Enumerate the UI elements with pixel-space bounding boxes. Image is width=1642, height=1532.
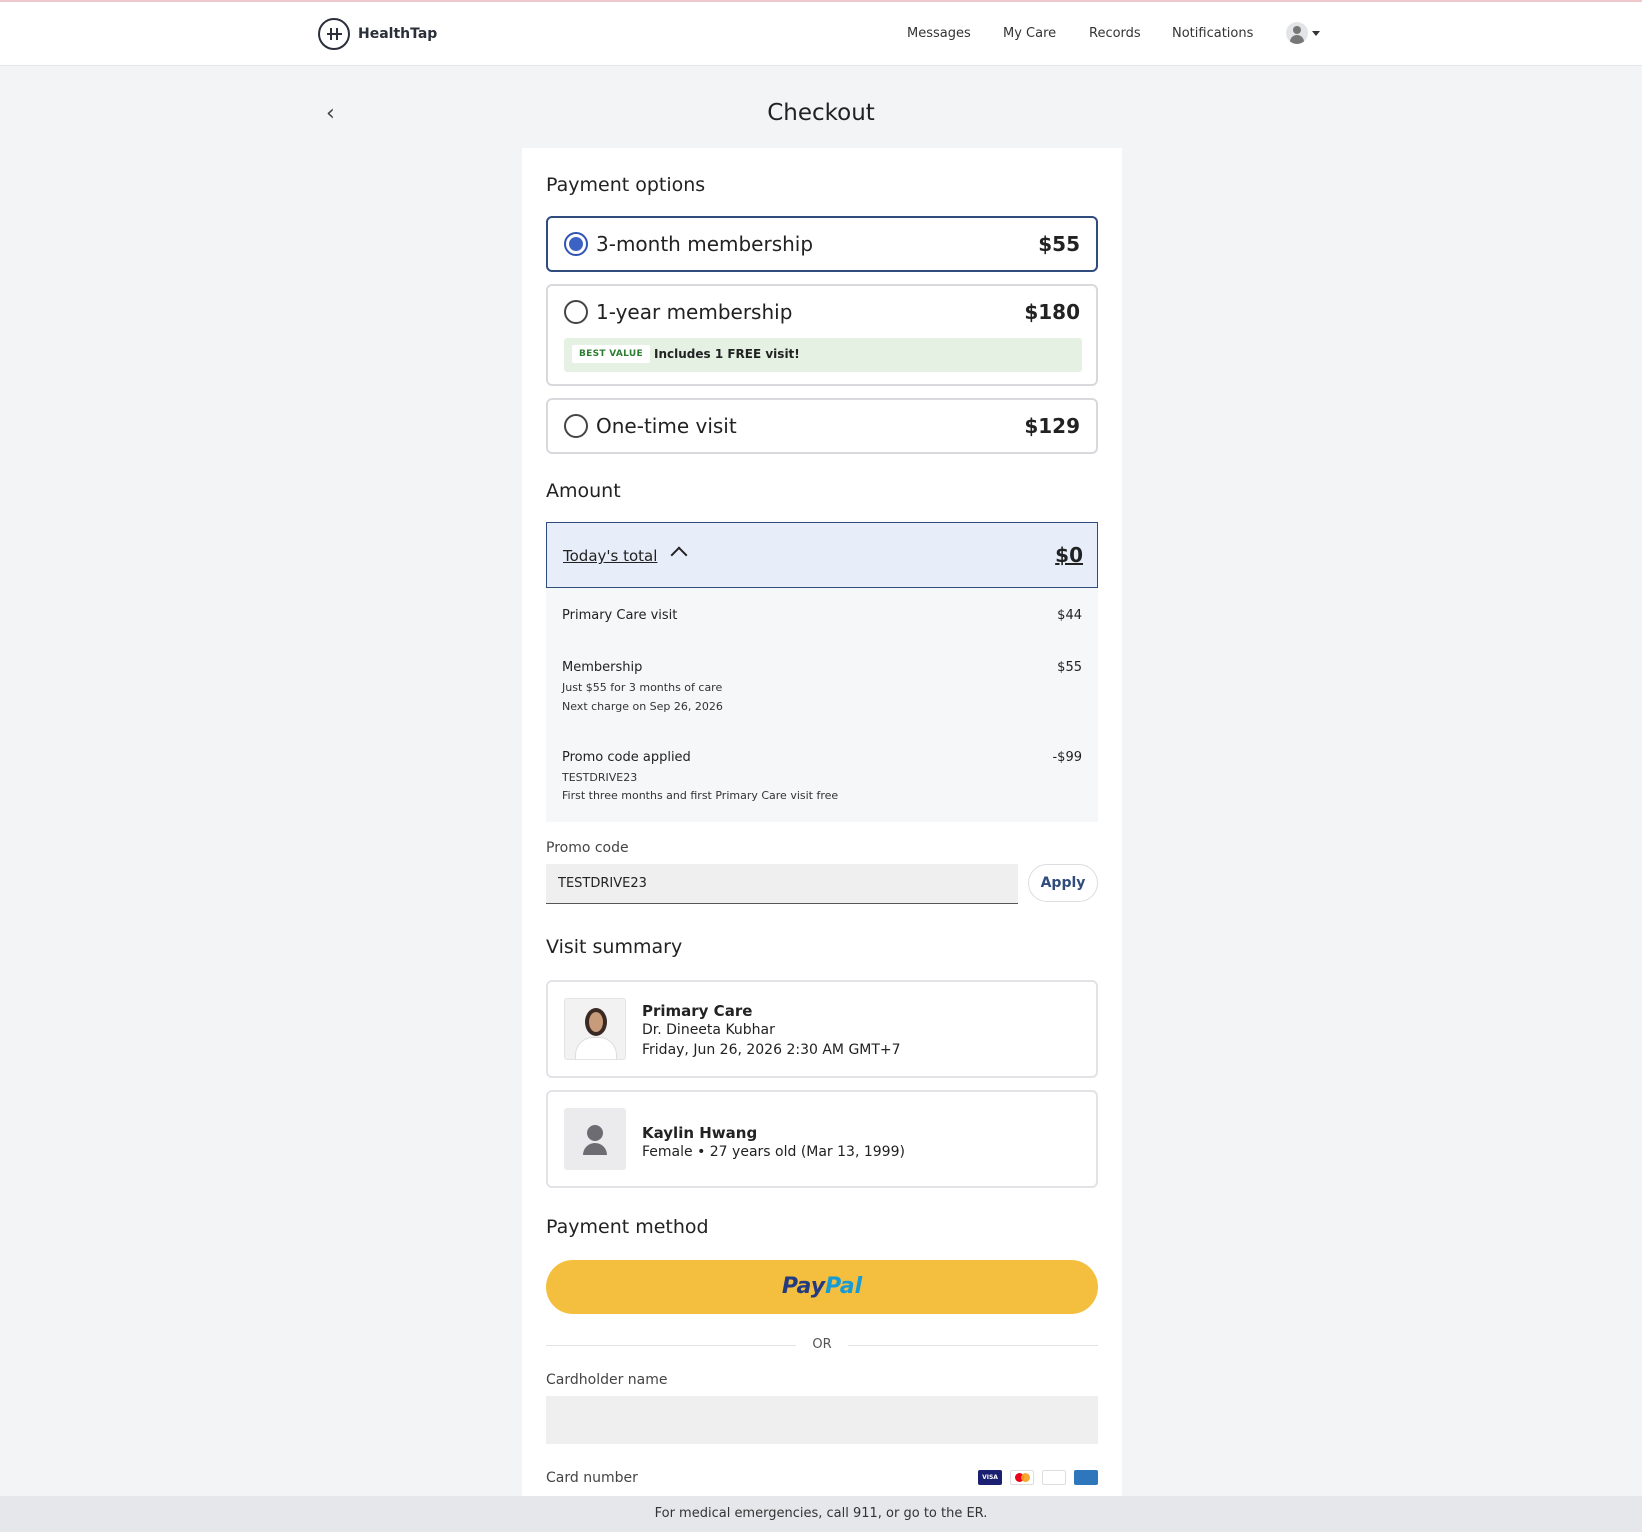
option-label: 3-month membership	[596, 232, 814, 256]
amount-heading: Amount	[546, 480, 621, 502]
option-one-time-visit[interactable]: One-time visit $129	[546, 398, 1098, 454]
option-price: $129	[1024, 414, 1080, 438]
option-3-month-membership[interactable]: 3-month membership $55	[546, 216, 1098, 272]
option-1-year-membership[interactable]: 1-year membership $180 BEST VALUE Includ…	[546, 284, 1098, 386]
line-subtext: First three months and first Primary Car…	[562, 789, 839, 802]
promo-code-label: Promo code	[546, 840, 629, 856]
amex-icon	[1074, 1470, 1098, 1485]
line-subtext: Next charge on Sep 26, 2026	[562, 700, 723, 713]
healthtap-logo[interactable]: HealthTap	[318, 18, 437, 50]
discover-icon	[1042, 1470, 1066, 1485]
logo-text: HealthTap	[358, 26, 438, 42]
healthtap-logo-icon	[318, 18, 350, 50]
patient-avatar-icon	[564, 1108, 626, 1170]
user-avatar-icon	[1286, 22, 1308, 44]
visit-card: Primary Care Dr. Dineeta Kubhar Friday, …	[546, 980, 1098, 1078]
paypal-logo-pay: Pay	[781, 1274, 826, 1299]
todays-total-label: Today's total	[563, 547, 658, 565]
option-label: 1-year membership	[596, 300, 793, 324]
line-amount: -$99	[1052, 750, 1082, 765]
paypal-logo-pal: Pal	[825, 1274, 863, 1299]
or-divider: OR	[546, 1336, 1098, 1356]
mastercard-icon	[1010, 1470, 1034, 1485]
page-title: Checkout	[767, 100, 875, 126]
todays-total-value: $0	[1055, 543, 1083, 567]
patient-name: Kaylin Hwang	[642, 1124, 758, 1142]
best-value-strip: BEST VALUE Includes 1 FREE visit!	[564, 338, 1082, 372]
doctor-photo	[564, 998, 626, 1060]
visit-datetime: Friday, Jun 26, 2026 2:30 AM GMT+7	[642, 1042, 901, 1058]
line-title: Membership	[562, 660, 643, 675]
emergency-footer: For medical emergencies, call 911, or go…	[0, 1496, 1642, 1532]
account-menu-button[interactable]	[1286, 22, 1320, 44]
cardholder-name-label: Cardholder name	[546, 1372, 668, 1388]
visit-summary-heading: Visit summary	[546, 936, 683, 958]
line-amount: $55	[1057, 660, 1082, 675]
or-text: OR	[812, 1337, 832, 1352]
option-label: One-time visit	[596, 414, 737, 438]
apply-promo-button[interactable]: Apply	[1028, 864, 1098, 902]
top-navigation-bar: HealthTap Messages My Care Records Notif…	[0, 2, 1642, 66]
line-subtext: Just $55 for 3 months of care	[562, 681, 723, 694]
caret-down-icon	[1312, 30, 1320, 36]
option-price: $180	[1024, 300, 1080, 324]
free-visit-text: Includes 1 FREE visit!	[654, 347, 800, 361]
line-title: Promo code applied	[562, 750, 691, 765]
chevron-up-icon	[670, 546, 688, 564]
doctor-name: Dr. Dineeta Kubhar	[642, 1022, 775, 1038]
visa-icon: VISA	[978, 1470, 1002, 1485]
card-brand-icons: VISA	[978, 1470, 1098, 1485]
radio-unselected-icon[interactable]	[564, 300, 588, 324]
patient-card: Kaylin Hwang Female • 27 years old (Mar …	[546, 1090, 1098, 1188]
radio-selected-icon[interactable]	[564, 232, 588, 256]
paypal-button[interactable]: PayPal	[546, 1260, 1098, 1314]
payment-method-heading: Payment method	[546, 1216, 709, 1238]
cardholder-name-input[interactable]	[546, 1396, 1098, 1444]
line-title: Primary Care visit	[562, 608, 678, 623]
card-number-label: Card number	[546, 1470, 638, 1486]
patient-details: Female • 27 years old (Mar 13, 1999)	[642, 1144, 905, 1160]
best-value-badge: BEST VALUE	[572, 345, 650, 363]
nav-my-care[interactable]: My Care	[1003, 26, 1056, 41]
line-subtext: TESTDRIVE23	[562, 771, 638, 784]
payment-options-heading: Payment options	[546, 174, 706, 196]
promo-code-input[interactable]	[546, 864, 1018, 904]
nav-messages[interactable]: Messages	[907, 26, 971, 41]
checkout-card: Payment options 3-month membership $55 1…	[522, 148, 1122, 1498]
nav-records[interactable]: Records	[1089, 26, 1141, 41]
radio-unselected-icon[interactable]	[564, 414, 588, 438]
amount-breakdown: Primary Care visit $44 Membership $55 Ju…	[546, 588, 1098, 822]
todays-total-toggle[interactable]: Today's total $0	[546, 522, 1098, 588]
line-amount: $44	[1057, 608, 1082, 623]
option-price: $55	[1038, 232, 1080, 256]
nav-notifications[interactable]: Notifications	[1172, 26, 1253, 41]
visit-type: Primary Care	[642, 1002, 753, 1020]
